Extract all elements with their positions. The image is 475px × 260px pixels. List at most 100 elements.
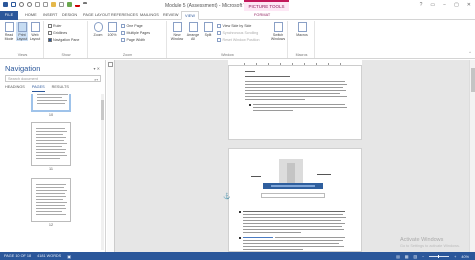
navigation-pane-controls[interactable]: ▾ ✕	[94, 66, 100, 71]
tab-view[interactable]: VIEW	[181, 11, 200, 20]
web-layout-button[interactable]: Web Layout	[29, 22, 41, 41]
activation-watermark: Activate Windows Go to Settings to activ…	[400, 237, 460, 248]
reset-position-button[interactable]: Reset Window Position	[217, 38, 259, 42]
text-color-icon[interactable]	[75, 2, 80, 7]
document-page[interactable]: ⚓	[223, 148, 362, 252]
close-icon[interactable]: ✕	[467, 2, 471, 8]
vertical-ruler	[107, 60, 115, 252]
arrange-all-button[interactable]: Arrange All	[186, 22, 200, 41]
switch-windows-button[interactable]: Switch Windows	[270, 22, 286, 41]
page-width-button[interactable]: Page Width	[121, 38, 145, 42]
macros-button[interactable]: Macros	[295, 22, 309, 37]
help-icon[interactable]: ?	[420, 2, 423, 8]
proofing-icon[interactable]: ▣	[67, 254, 71, 259]
zoom-out-icon[interactable]: −	[422, 255, 424, 259]
split-button[interactable]: Split	[202, 22, 214, 37]
read-mode-button[interactable]: Read Mode	[3, 22, 15, 41]
navigation-scrollbar[interactable]	[101, 94, 104, 250]
print-layout-view-icon[interactable]: ▦	[405, 254, 409, 259]
navigation-pane-label: Navigation Pane	[53, 38, 80, 42]
web-layout-view-icon[interactable]: ▥	[413, 254, 417, 259]
document-figure[interactable]	[251, 159, 343, 207]
print-layout-button[interactable]: Print Layout	[16, 22, 28, 41]
zoom-in-icon[interactable]: +	[454, 255, 456, 259]
zoom-100-label: 100%	[107, 33, 117, 37]
tab-results[interactable]: RESULTS	[52, 85, 69, 92]
customize-qat-icon[interactable]	[83, 2, 87, 7]
sync-scroll-label: Synchronous Scrolling	[222, 31, 259, 35]
ruler-check-icon	[48, 24, 52, 28]
zoom-group-label: Zoom	[122, 53, 133, 57]
save-icon[interactable]	[11, 2, 16, 7]
search-icon[interactable]: ⌕▾	[94, 77, 98, 82]
zoom-label: Zoom	[93, 33, 103, 37]
tab-insert[interactable]: INSERT	[43, 13, 57, 17]
tab-review[interactable]: REVIEW	[163, 13, 179, 17]
quick-access-toolbar	[3, 2, 87, 7]
undo-icon[interactable]	[19, 2, 24, 7]
word-count[interactable]: 4181 WORDS	[37, 254, 61, 259]
gridlines-checkbox[interactable]: Gridlines	[48, 31, 67, 35]
collapse-ribbon-icon[interactable]: ^	[469, 50, 471, 55]
tab-page-layout[interactable]: PAGE LAYOUT	[83, 13, 110, 17]
one-page-button[interactable]: One Page	[121, 24, 143, 28]
ruler-checkbox[interactable]: Ruler	[48, 24, 62, 28]
navigation-scroll-thumb[interactable]	[101, 100, 104, 120]
multiple-pages-button[interactable]: Multiple Pages	[121, 31, 150, 35]
search-input[interactable]: Search document ⌕▾	[5, 75, 101, 82]
show-group-label: Show	[61, 53, 71, 57]
maximize-icon[interactable]: ▢	[454, 2, 459, 8]
web-layout-label: Web Layout	[29, 33, 41, 41]
tab-selector-icon[interactable]	[108, 62, 113, 67]
new-window-button[interactable]: New Window	[170, 22, 184, 41]
read-mode-view-icon[interactable]: ▤	[396, 254, 400, 259]
side-by-side-button[interactable]: View Side by Side	[217, 24, 251, 28]
page-thumbnail[interactable]: 11	[31, 122, 71, 171]
macros-group: Macros Macros	[289, 21, 315, 58]
macros-group-label: Macros	[295, 53, 308, 57]
redo-icon[interactable]	[27, 2, 32, 7]
page-count[interactable]: PAGE 10 OF 18	[4, 254, 31, 259]
tab-mailings[interactable]: MAILINGS	[140, 13, 159, 17]
tab-pages[interactable]: PAGES	[31, 85, 45, 92]
multiple-pages-icon	[121, 31, 125, 35]
views-group: Read Mode Print Layout Web Layout Views	[2, 21, 44, 58]
navigation-pane-checkbox[interactable]: Navigation Pane	[48, 38, 79, 42]
open-icon[interactable]	[51, 2, 56, 7]
paint-icon[interactable]	[59, 2, 64, 7]
macros-icon	[297, 22, 307, 32]
macros-label: Macros	[296, 33, 308, 37]
ribbon-tabs: FILE HOME INSERT DESIGN PAGE LAYOUT REFE…	[0, 11, 475, 20]
tab-format[interactable]: FORMAT	[254, 13, 270, 17]
title-bar: Module 5 (Assessment) - Microsoft Word P…	[0, 0, 475, 11]
page-thumbnail[interactable]: 12	[31, 178, 71, 227]
sync-scroll-icon	[217, 31, 221, 35]
page-thumbnail[interactable]: 10	[31, 94, 71, 117]
new-document-icon[interactable]	[43, 2, 48, 7]
format-painter-icon[interactable]	[35, 2, 40, 7]
tab-file[interactable]: FILE	[0, 11, 18, 20]
tab-home[interactable]: HOME	[25, 13, 37, 17]
page-width-label: Page Width	[126, 38, 146, 42]
thumbnail-image	[31, 178, 71, 222]
zoom-slider[interactable]	[429, 255, 450, 258]
zoom-button[interactable]: Zoom	[92, 22, 104, 37]
document-scroll-thumb[interactable]	[471, 68, 475, 92]
document-scrollbar[interactable]	[469, 60, 475, 252]
zoom-100-button[interactable]: 100%	[106, 22, 118, 37]
tab-headings[interactable]: HEADINGS	[5, 85, 25, 92]
document-page[interactable]	[228, 60, 362, 140]
window-group: New Window Arrange All Split View Side b…	[168, 21, 288, 58]
thumbnail-image	[31, 122, 71, 166]
status-bar: PAGE 10 OF 18 4181 WORDS ▣ ▤ ▦ ▥ − + 40%	[0, 252, 475, 260]
check-icon[interactable]	[67, 2, 72, 7]
minimize-icon[interactable]: −	[443, 2, 446, 8]
side-by-side-label: View Side by Side	[222, 24, 252, 28]
anchor-icon[interactable]: ⚓	[223, 193, 230, 200]
activation-title: Activate Windows	[400, 237, 444, 243]
tab-references[interactable]: REFERENCES	[111, 13, 138, 17]
sync-scroll-button[interactable]: Synchronous Scrolling	[217, 31, 258, 35]
zoom-level[interactable]: 40%	[461, 255, 469, 259]
ribbon-display-icon[interactable]: ▭	[430, 2, 435, 8]
tab-design[interactable]: DESIGN	[62, 13, 77, 17]
